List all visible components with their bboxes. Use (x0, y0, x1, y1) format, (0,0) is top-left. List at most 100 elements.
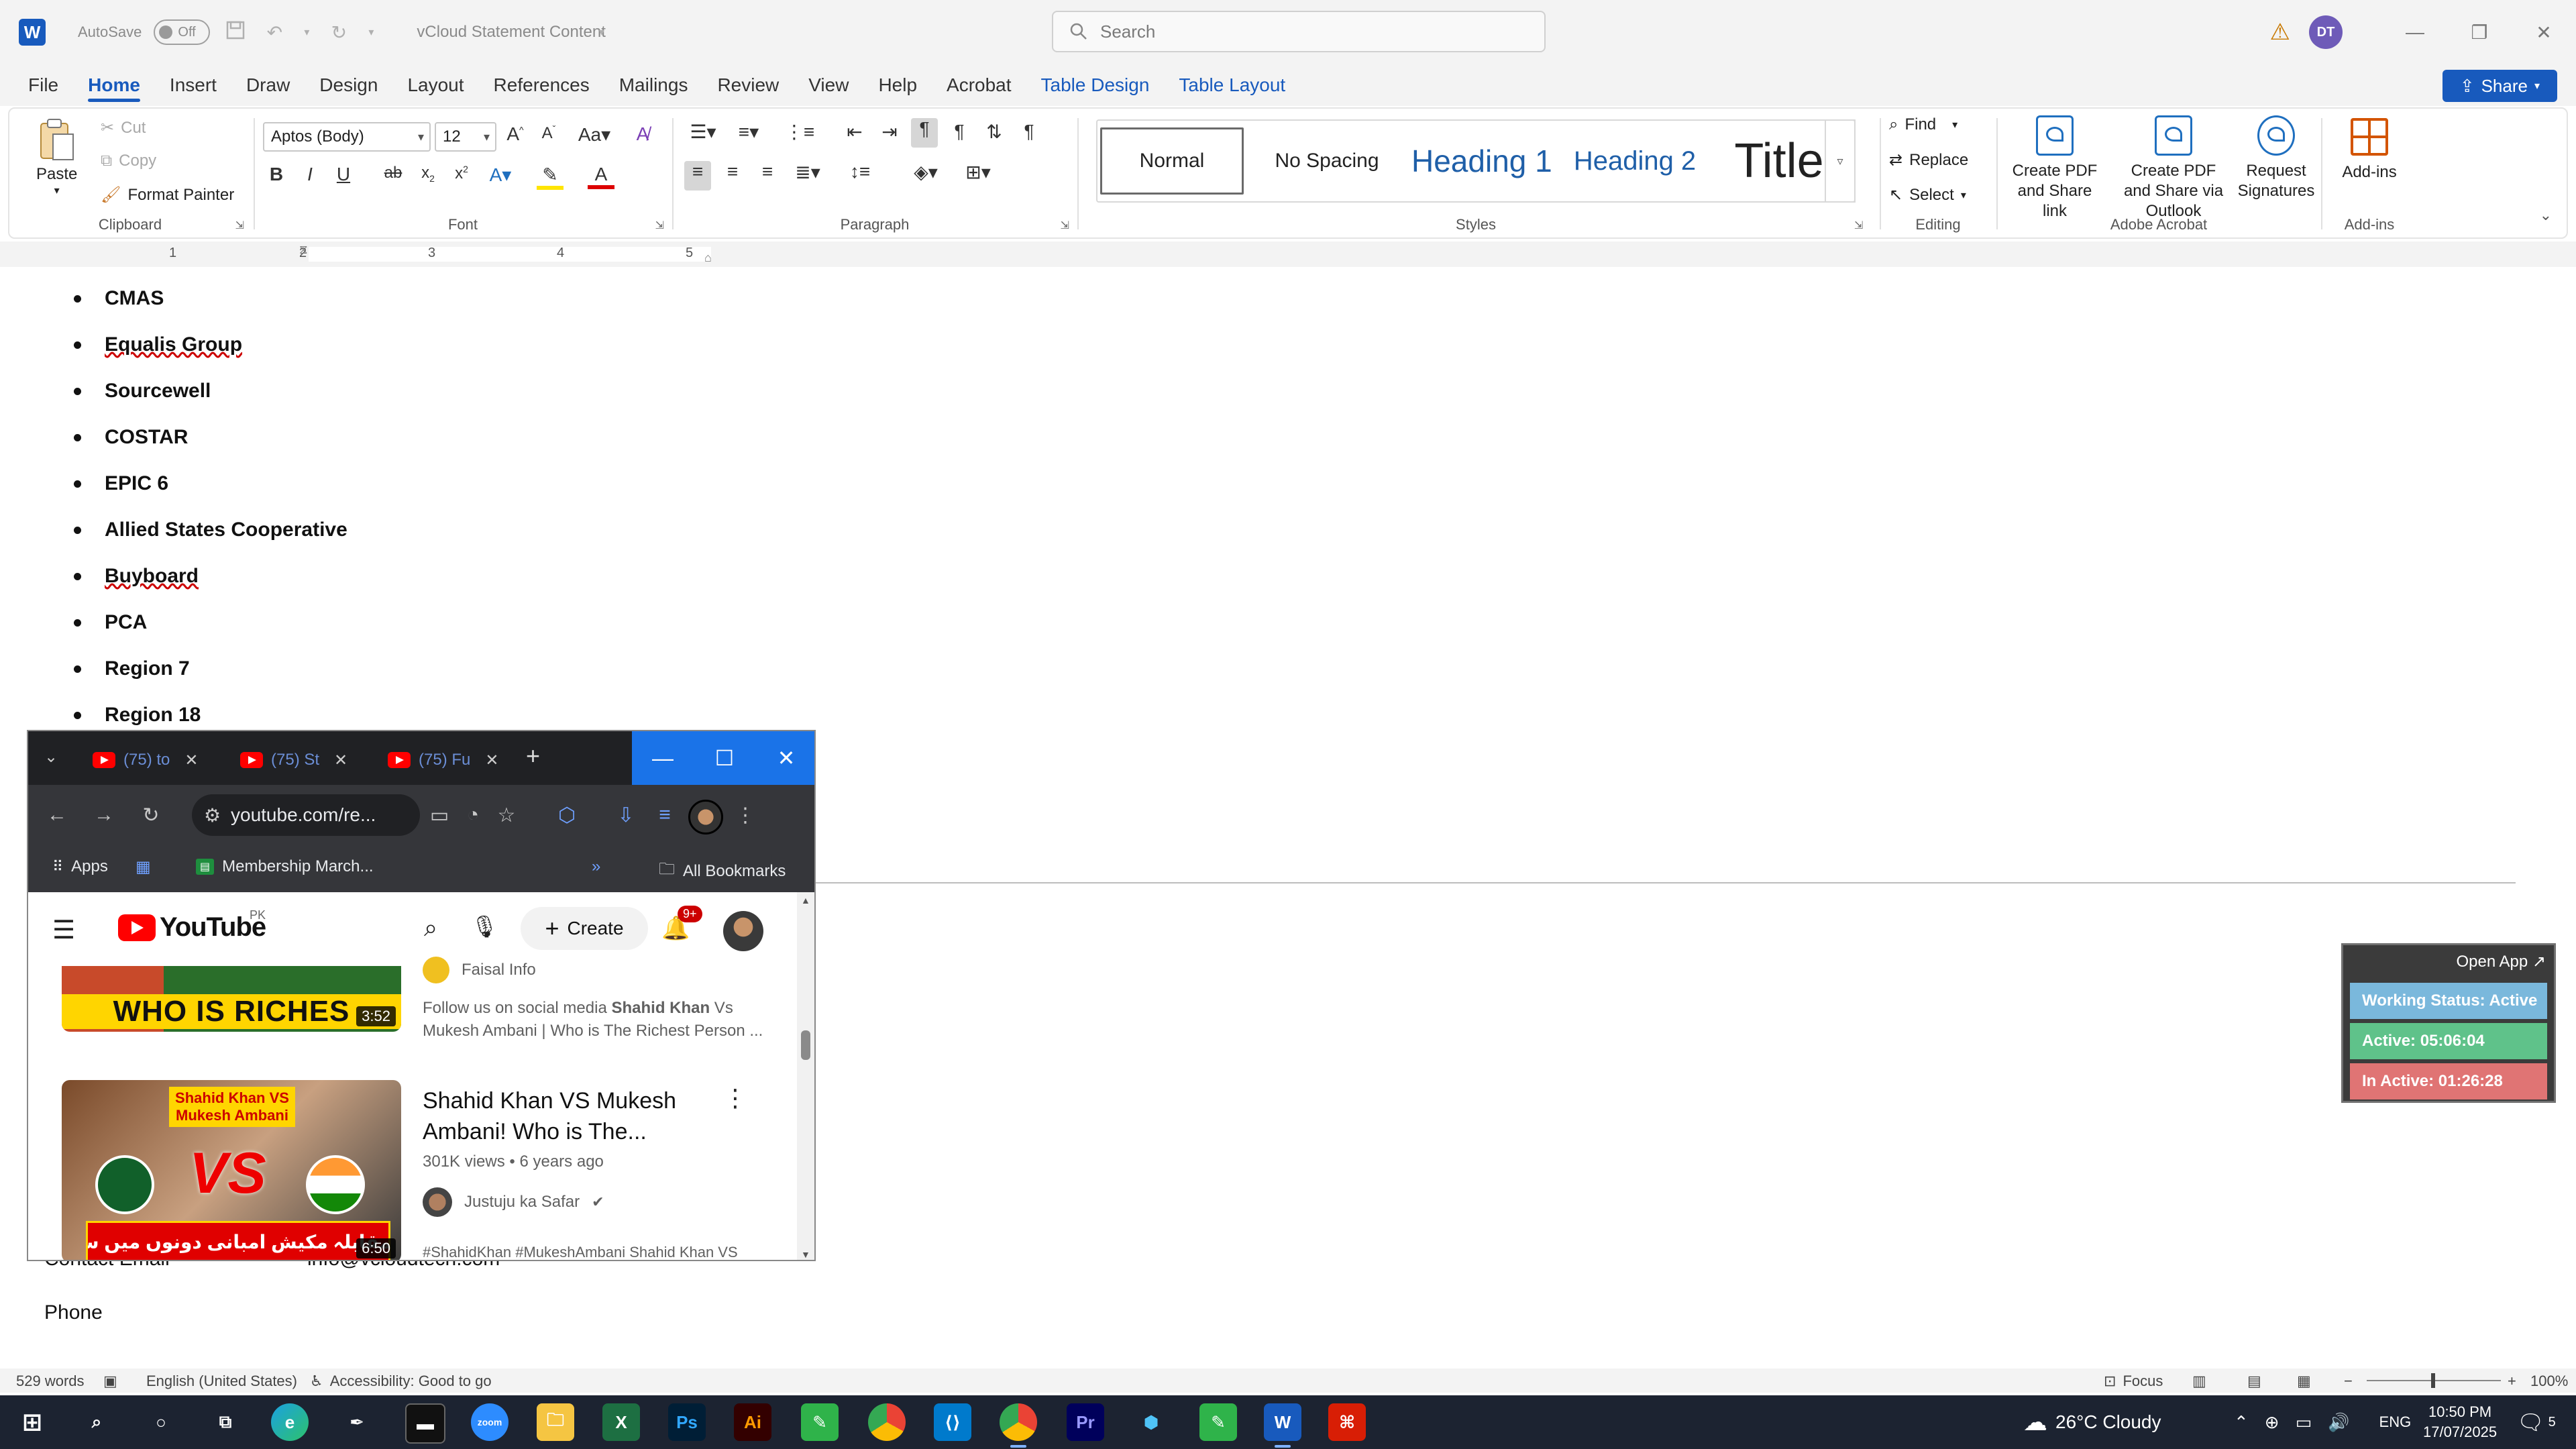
meet-icon[interactable]: ⊕ (2265, 1412, 2279, 1433)
request-signatures-button[interactable]: Request Signatures (2238, 115, 2314, 201)
zoom-slider-thumb[interactable] (2431, 1373, 2435, 1388)
style-no-spacing[interactable]: No Spacing (1253, 127, 1401, 195)
bookmark-star-icon[interactable]: ☆ (491, 800, 522, 830)
browser-tab[interactable]: (75) Fu ✕ (388, 743, 498, 777)
zoom-icon[interactable]: zoom (471, 1403, 508, 1441)
start-icon[interactable]: ⊞ (13, 1403, 51, 1441)
weather-icon[interactable]: ☁ (2023, 1408, 2047, 1436)
video-title[interactable]: Shahid Khan VS Mukesh Ambani! Who is The… (423, 1085, 718, 1147)
focus-button[interactable]: ⊡ Focus (2104, 1373, 2163, 1390)
vscode-icon[interactable]: ⟨⟩ (934, 1403, 971, 1441)
tab-acrobat[interactable]: Acrobat (932, 64, 1026, 106)
new-tab-icon[interactable]: + (526, 742, 540, 770)
photoshop-icon[interactable]: Ps (668, 1403, 706, 1441)
apps-bookmark[interactable]: ⠿ Apps (52, 857, 108, 876)
tab-design[interactable]: Design (305, 64, 392, 106)
list-item[interactable]: EPIC 6 (74, 460, 347, 506)
clock[interactable]: 10:50 PM 17/07/2025 (2423, 1395, 2497, 1449)
tab-layout[interactable]: Layout (392, 64, 478, 106)
tab-mailings[interactable]: Mailings (604, 64, 703, 106)
proofing-icon[interactable]: ▣ (103, 1373, 117, 1390)
weather-text[interactable]: 26°C Cloudy (2055, 1411, 2161, 1433)
create-pdf-share-link-button[interactable]: Create PDF and Share link (2004, 115, 2105, 221)
restore-button[interactable]: ❐ (2447, 0, 2512, 64)
tab-references[interactable]: References (479, 64, 604, 106)
zoom-out-icon[interactable]: − (2344, 1373, 2353, 1390)
list-item[interactable]: Region 7 (74, 645, 347, 692)
tab-file[interactable]: File (13, 64, 73, 106)
tab-table-layout[interactable]: Table Layout (1164, 64, 1300, 106)
chrome-maximize-button[interactable]: ☐ (694, 731, 755, 785)
hamburger-menu-icon[interactable]: ☰ (52, 915, 75, 945)
customize-qat-icon[interactable]: ▾ (364, 25, 378, 39)
chrome-active-icon[interactable] (1000, 1403, 1037, 1448)
select-button[interactable]: ↖ Select ▾ (1889, 185, 1966, 205)
autosave-toggle[interactable]: Off (154, 19, 211, 45)
notification-center[interactable]: 🗨 5 (2517, 1395, 2556, 1449)
microphone-icon[interactable]: 🎙 (471, 914, 498, 939)
show-hidden-icon[interactable]: ⌃ (2234, 1412, 2249, 1433)
more-bookmarks-icon[interactable]: » (592, 857, 600, 876)
file-explorer-icon[interactable]: 🗀 (537, 1403, 574, 1441)
download-icon[interactable]: ⇩ (610, 800, 641, 830)
task-view-icon[interactable]: ⧉ (207, 1403, 244, 1441)
zoom-level[interactable]: 100% (2530, 1373, 2568, 1390)
back-icon[interactable]: ← (42, 800, 72, 830)
browser-tab[interactable]: (75) St ✕ (240, 743, 347, 777)
replace-button[interactable]: ⇄ Replace (1889, 150, 1968, 170)
list-item[interactable]: PCA (74, 599, 347, 645)
tab-search-icon[interactable]: ⌄ (44, 747, 58, 767)
tab-insert[interactable]: Insert (155, 64, 231, 106)
list-item[interactable]: Allied States Cooperative (74, 506, 347, 553)
list-item[interactable]: Equalis Group (74, 321, 347, 368)
page-scrollbar[interactable]: ▲ ▼ (797, 892, 814, 1260)
read-mode-icon[interactable]: ▥ (2192, 1373, 2206, 1390)
profile-avatar[interactable] (688, 800, 723, 835)
language-indicator[interactable]: English (United States) (146, 1373, 297, 1390)
channel-row[interactable]: Justuju ka Safar ✔ (423, 1187, 604, 1217)
premiere-icon[interactable]: Pr (1067, 1403, 1104, 1441)
chrome-close-button[interactable]: ✕ (755, 731, 814, 785)
list-item[interactable]: Sourcewell (74, 368, 347, 414)
undo-dropdown-icon[interactable]: ▾ (300, 25, 313, 39)
green-app-icon[interactable]: ✎ (801, 1403, 839, 1441)
warning-icon[interactable]: ⚠ (2270, 19, 2290, 46)
print-layout-icon[interactable]: ▤ (2247, 1373, 2261, 1390)
tab-help[interactable]: Help (863, 64, 932, 106)
indent-marker[interactable]: ⧖ (299, 243, 308, 257)
pen-icon[interactable]: ✒ (338, 1403, 376, 1441)
minimize-button[interactable]: — (2383, 0, 2447, 64)
excel-icon[interactable]: X (602, 1403, 640, 1441)
accessibility-status[interactable]: ♿ Accessibility: Good to go (310, 1373, 492, 1390)
tab-close-icon[interactable]: ✕ (485, 751, 498, 770)
tab-groups-icon[interactable]: ▦ (136, 857, 151, 877)
network-icon[interactable]: ▭ (2296, 1412, 2312, 1433)
all-bookmarks[interactable]: 🗀 All Bookmarks (659, 857, 786, 885)
styles-launcher-icon[interactable]: ⇲ (1854, 219, 1863, 232)
reload-icon[interactable]: ↻ (136, 800, 166, 830)
search-icon[interactable]: ⌕ (424, 914, 437, 943)
user-avatar[interactable]: DT (2309, 15, 2343, 49)
style-heading-2[interactable]: Heading 2 (1560, 127, 1709, 195)
scroll-thumb[interactable] (801, 1030, 810, 1060)
zoom-slider[interactable] (2367, 1373, 2501, 1388)
save-icon[interactable] (222, 20, 249, 45)
open-app-link[interactable]: Open App ↗ (2456, 952, 2546, 971)
close-button[interactable]: ✕ (2512, 0, 2576, 64)
site-info-icon[interactable]: ⚙ (204, 804, 221, 826)
youtube-logo[interactable]: YouTube (118, 912, 266, 943)
list-item[interactable]: COSTAR (74, 414, 347, 460)
addins-button[interactable]: Add-ins (2329, 118, 2410, 182)
channel-row[interactable]: Faisal Info (423, 957, 536, 983)
cortana-icon[interactable]: ○ (142, 1403, 180, 1441)
tab-close-icon[interactable]: ✕ (184, 751, 198, 770)
list-item[interactable]: CMAS (74, 275, 347, 321)
cast-icon[interactable]: ▭ (424, 800, 455, 830)
create-button[interactable]: + Create (521, 907, 648, 950)
undo-icon[interactable]: ↶ (261, 21, 288, 44)
document-title[interactable]: vCloud Statement Content (417, 23, 606, 42)
green-app-2-icon[interactable]: ✎ (1199, 1403, 1237, 1441)
illustrator-icon[interactable]: Ai (734, 1403, 771, 1441)
video-more-icon[interactable]: ⋮ (723, 1084, 747, 1112)
style-heading-1[interactable]: Heading 1 (1402, 127, 1558, 195)
